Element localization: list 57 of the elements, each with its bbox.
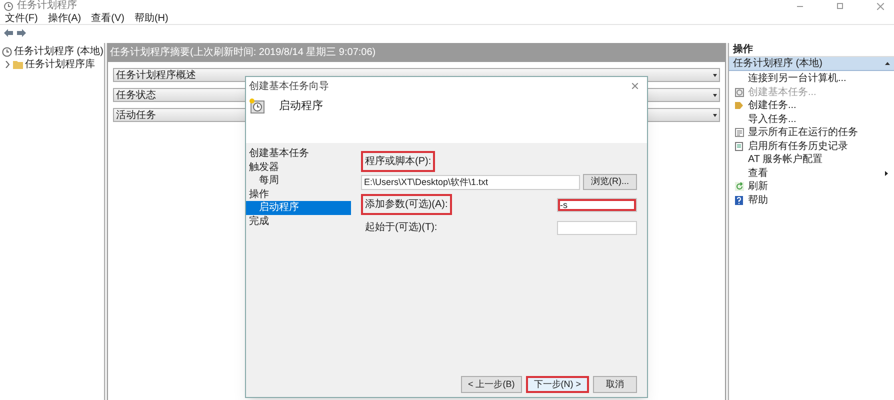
- maximize-icon[interactable]: [837, 3, 843, 9]
- expand-arrow-icon[interactable]: [713, 94, 717, 96]
- wizard-step[interactable]: 创建基本任务: [246, 147, 351, 160]
- wizard-step[interactable]: 触发器: [246, 160, 351, 174]
- collapse-arrow-icon[interactable]: [885, 62, 890, 65]
- field-label: 起始于(可选)(T):: [364, 220, 438, 235]
- action-item[interactable]: 帮助: [729, 194, 894, 207]
- document-icon: [735, 142, 743, 151]
- action-item[interactable]: 查看: [729, 166, 894, 180]
- wizard-step[interactable]: 操作: [246, 188, 351, 201]
- field-label: 添加参数(可选)(A):: [361, 194, 452, 215]
- action-item[interactable]: 连接到另一台计算机...: [729, 72, 894, 86]
- browse-button[interactable]: 浏览(R)...: [583, 174, 637, 190]
- forward-icon[interactable]: [17, 29, 26, 37]
- wizard-step[interactable]: 每周: [246, 174, 351, 188]
- menu-item[interactable]: 查看(V): [91, 10, 124, 26]
- dialog-heading: 启动程序: [279, 98, 323, 114]
- action-item[interactable]: 启用所有任务历史记录: [729, 140, 894, 153]
- menu-item[interactable]: 帮助(H): [134, 10, 168, 26]
- close-icon[interactable]: [877, 2, 884, 10]
- wizard-icon: [734, 88, 744, 97]
- task-wizard-icon: [249, 98, 265, 114]
- wizard-button[interactable]: 下一步(N) >: [526, 376, 589, 393]
- expand-arrow-icon[interactable]: [713, 114, 717, 116]
- input-field[interactable]: E:\Users\XT\Desktop\软件\1.txt: [361, 174, 580, 190]
- action-item[interactable]: 显示所有正在运行的任务: [729, 126, 894, 140]
- section-title: 活动任务: [116, 108, 156, 122]
- action-item[interactable]: AT 服务帐户配置: [729, 153, 894, 166]
- wizard-step[interactable]: 启动程序: [246, 201, 351, 214]
- section-header[interactable]: 任务计划程序 (本地): [729, 57, 894, 71]
- summary-header: 任务计划程序摘要(上次刷新时间: 2019/8/14 星期三 9:07:06): [108, 43, 725, 62]
- help-icon: [735, 196, 743, 205]
- wizard-button[interactable]: < 上一步(B): [460, 376, 522, 393]
- input-field[interactable]: -s: [557, 198, 637, 212]
- wizard-step[interactable]: 完成: [246, 214, 351, 228]
- action-item[interactable]: 创建任务...: [729, 99, 894, 112]
- back-icon[interactable]: [4, 29, 13, 37]
- menu-item[interactable]: 文件(F): [5, 10, 38, 26]
- input-field[interactable]: [557, 220, 637, 234]
- clock-icon: [4, 2, 13, 10]
- folder-icon: [13, 60, 23, 69]
- dialog-title: 创建基本任务向导: [249, 80, 329, 94]
- refresh-icon: [734, 182, 744, 192]
- action-item[interactable]: 刷新: [729, 180, 894, 194]
- menu-item[interactable]: 操作(A): [48, 10, 82, 26]
- expand-arrow-icon[interactable]: [713, 74, 717, 76]
- submenu-arrow-icon: [885, 170, 888, 176]
- close-icon[interactable]: [632, 83, 638, 89]
- section-title: 任务计划程序概述: [116, 68, 196, 82]
- tree-item[interactable]: 任务计划程序 (本地): [14, 44, 104, 59]
- list-icon: [734, 128, 744, 138]
- tree-item[interactable]: 任务计划程序库: [25, 57, 95, 72]
- wizard-button[interactable]: 取消: [593, 376, 637, 393]
- task-icon: [735, 102, 743, 110]
- field-label: 程序或脚本(P):: [361, 151, 436, 172]
- action-item[interactable]: 导入任务...: [729, 112, 894, 126]
- section-title: 任务状态: [116, 88, 156, 102]
